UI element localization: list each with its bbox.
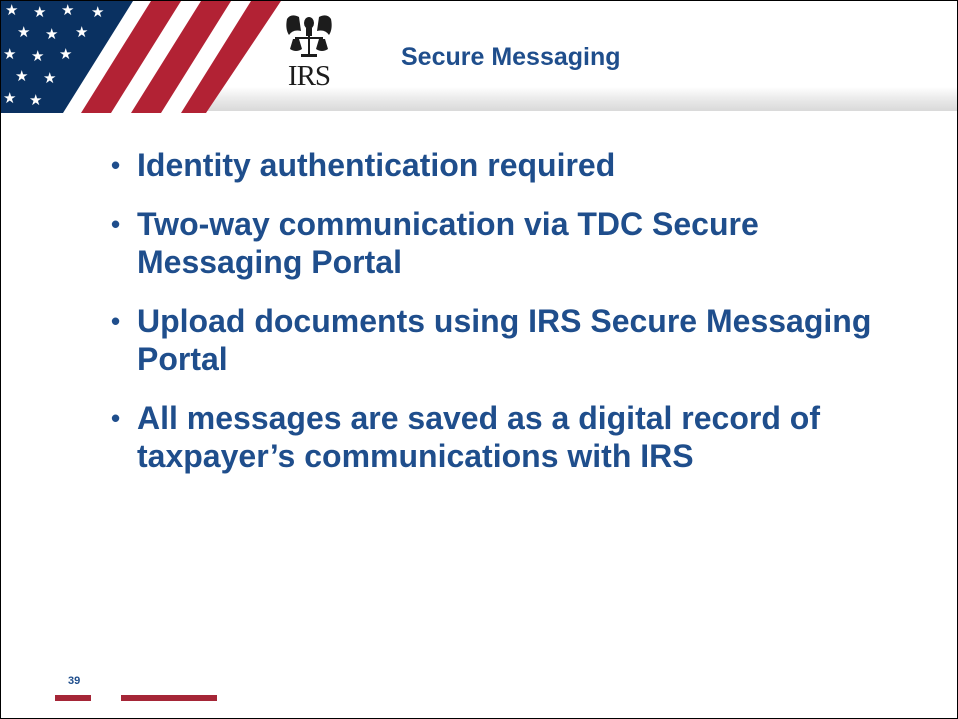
bullet-text: Identity authentication required <box>137 147 616 183</box>
svg-text:★: ★ <box>75 23 88 41</box>
footer-accent-bar-left <box>55 695 91 701</box>
bullet-item: • Upload documents using IRS Secure Mess… <box>111 302 901 378</box>
svg-text:★: ★ <box>33 3 46 21</box>
svg-text:★: ★ <box>17 23 30 41</box>
svg-text:★: ★ <box>59 45 72 63</box>
slide: ★ ★ ★ ★ ★ ★ ★ ★ ★ ★ ★ ★ ★ ★ IRS Secure M… <box>0 0 958 719</box>
svg-text:★: ★ <box>5 1 18 19</box>
bullet-text: Upload documents using IRS Secure Messag… <box>137 303 872 377</box>
svg-text:★: ★ <box>43 69 56 87</box>
svg-text:★: ★ <box>3 89 16 107</box>
bullet-item: • Two-way communication via TDC Secure M… <box>111 205 901 281</box>
irs-eagle-scales-icon <box>286 15 332 57</box>
bullet-text: All messages are saved as a digital reco… <box>137 400 820 474</box>
bullet-item: • Identity authentication required <box>111 146 901 184</box>
bullet-dot: • <box>111 150 121 180</box>
svg-text:★: ★ <box>45 25 58 43</box>
bullet-dot: • <box>111 403 121 433</box>
svg-text:★: ★ <box>15 67 28 85</box>
svg-text:★: ★ <box>31 47 44 65</box>
bullet-list: • Identity authentication required • Two… <box>111 146 901 496</box>
flag-corner-graphic: ★ ★ ★ ★ ★ ★ ★ ★ ★ ★ ★ ★ ★ ★ <box>1 1 281 113</box>
svg-text:★: ★ <box>29 91 42 109</box>
irs-logo-text: IRS <box>287 60 331 92</box>
bullet-dot: • <box>111 209 121 239</box>
slide-title: Secure Messaging <box>401 43 621 71</box>
bullet-item: • All messages are saved as a digital re… <box>111 399 901 475</box>
svg-text:★: ★ <box>91 3 104 21</box>
footer-accent-bar-right <box>121 695 217 701</box>
bullet-dot: • <box>111 306 121 336</box>
bullet-text: Two-way communication via TDC Secure Mes… <box>137 206 759 280</box>
irs-logo: IRS <box>277 11 341 95</box>
svg-text:★: ★ <box>3 45 16 63</box>
page-number: 39 <box>68 675 81 687</box>
svg-text:★: ★ <box>61 1 74 19</box>
